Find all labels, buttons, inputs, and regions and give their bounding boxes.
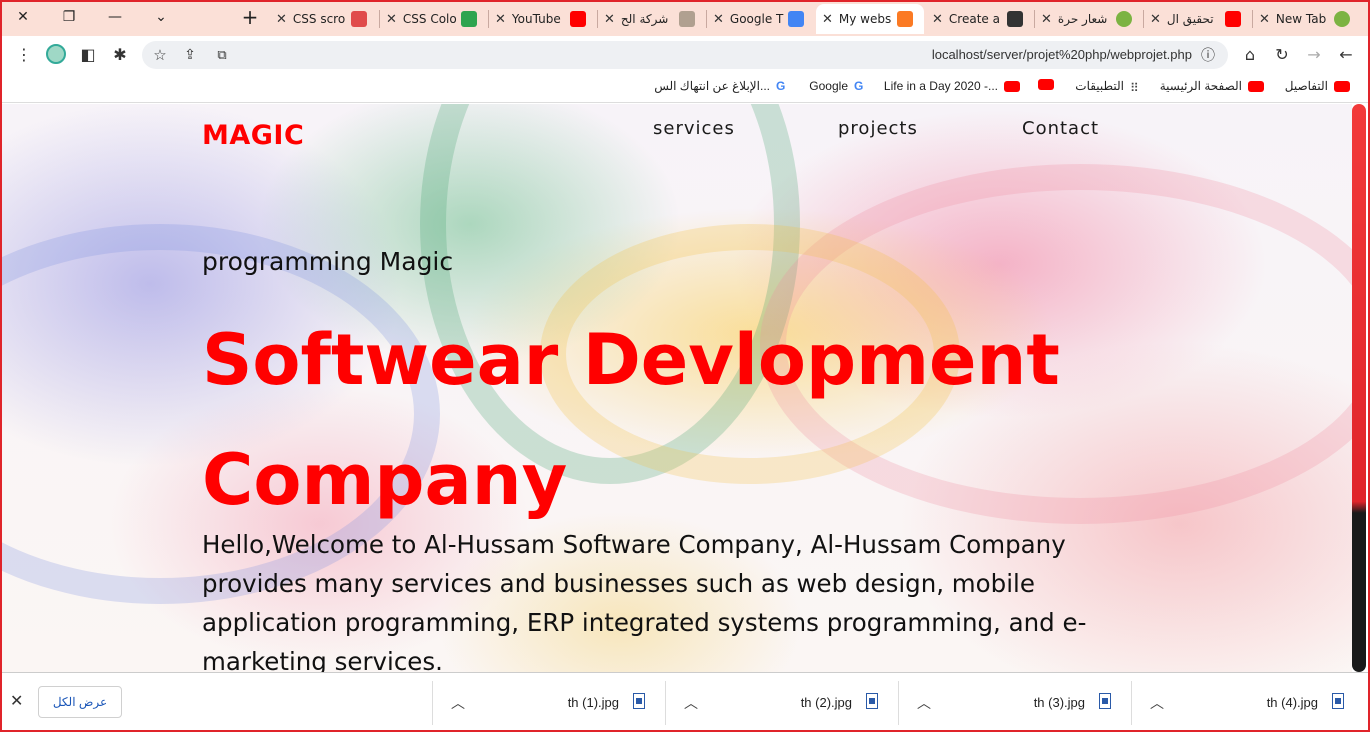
close-window-button[interactable]: ✕ (0, 0, 46, 34)
bookmark-details[interactable]: التفاصيل (1285, 79, 1356, 93)
image-file-icon (633, 693, 645, 709)
apps-icon: ⠿ (1130, 80, 1139, 95)
tab-search-chevron-icon[interactable]: ⌄ (138, 0, 184, 34)
nav-projects[interactable]: projects (838, 118, 918, 139)
address-bar[interactable]: ☆ ⇪ ⧉ localhost/server/projet%20php/webp… (142, 41, 1228, 69)
css-icon (350, 11, 367, 27)
tab-strip: ✕ ❐ — ⌄ + ✕ CSS scro ✕ CSS Colo ✕ YouTub… (0, 0, 1370, 36)
tab-company[interactable]: ✕ شركة الح (598, 4, 706, 34)
youtube-icon (1038, 79, 1054, 90)
profile-avatar[interactable] (42, 40, 70, 68)
google-icon: G (854, 79, 864, 93)
tab-close-icon[interactable]: ✕ (1041, 12, 1052, 27)
bookmark-star-icon[interactable]: ☆ (146, 41, 174, 69)
reload-icon[interactable]: ↻ (1268, 40, 1296, 68)
show-all-button[interactable]: عرض الكل (38, 686, 122, 718)
shield-icon (1006, 11, 1023, 27)
tab-logo[interactable]: ✕ شعار حرة (1035, 4, 1143, 34)
tab-investigation[interactable]: ✕ تحقيق ال (1144, 4, 1252, 34)
chrome-icon (1333, 11, 1350, 27)
tab-close-icon[interactable]: ✕ (713, 12, 724, 27)
restore-window-button[interactable]: ❐ (46, 0, 92, 34)
scrollbar-thumb[interactable] (1352, 104, 1366, 672)
close-shelf-icon[interactable]: ✕ (10, 691, 23, 710)
hero-kicker: programming Magic (202, 247, 454, 276)
translate-page-icon[interactable]: ⧉ (208, 41, 236, 69)
tab-close-icon[interactable]: ✕ (276, 12, 287, 27)
tab-new-tab[interactable]: ✕ New Tab (1253, 4, 1361, 34)
forward-icon[interactable]: → (1300, 40, 1328, 68)
tab-youtube[interactable]: ✕ YouTube (489, 4, 597, 34)
youtube-icon (569, 11, 586, 27)
youtube-icon (1224, 11, 1241, 27)
page-viewport: MAGIC services projects Contact programm… (0, 104, 1352, 672)
tab-close-icon[interactable]: ✕ (1150, 12, 1161, 27)
youtube-icon (1248, 80, 1264, 92)
bookmark-report[interactable]: الإبلاغ عن انتهاك الس... G (654, 79, 796, 93)
w3-icon (460, 11, 477, 27)
menu-kebab-icon[interactable]: ⋮ (10, 40, 38, 68)
minimize-window-button[interactable]: — (92, 0, 138, 34)
bookmark-home[interactable]: الصفحة الرئيسية (1160, 79, 1270, 93)
hero-intro-text: Hello,Welcome to Al-Hussam Software Comp… (202, 530, 1087, 672)
google-translate-icon (787, 11, 804, 27)
xampp-icon (896, 11, 913, 27)
youtube-icon (1004, 80, 1020, 92)
download-item[interactable]: ︿ th (1).jpg (432, 681, 665, 725)
tab-google-translate[interactable]: ✕ Google T (707, 4, 815, 34)
youtube-icon (1334, 80, 1350, 92)
url-text[interactable]: localhost/server/projet%20php/webprojet.… (932, 47, 1192, 62)
tab-close-icon[interactable]: ✕ (386, 12, 397, 27)
bookmark-apps[interactable]: التطبيقات ⠿ (1075, 79, 1152, 95)
tab-close-icon[interactable]: ✕ (822, 12, 833, 27)
google-icon: G (776, 79, 786, 93)
site-info-icon[interactable]: ⓘ (1194, 41, 1222, 69)
site-header: MAGIC services projects Contact (0, 104, 1352, 164)
nav-services[interactable]: services (653, 118, 735, 139)
nav-contact[interactable]: Contact (1022, 118, 1099, 139)
bookmarks-bar: التفاصيل الصفحة الرئيسية التطبيقات ⠿ Lif… (0, 72, 1370, 103)
chrome-icon (1115, 11, 1132, 27)
bookmark-youtube[interactable] (1032, 79, 1060, 90)
hero-headline: Softwear Devlopment Company (202, 300, 1202, 540)
download-shelf: ✕ عرض الكل ︿ th (1).jpg ︿ th (2).jpg ︿ t… (0, 672, 1370, 732)
bookmark-life-in-a-day[interactable]: Life in a Day 2020 -... (884, 79, 1026, 93)
home-icon[interactable]: ⌂ (1236, 40, 1264, 68)
tab-close-icon[interactable]: ✕ (495, 12, 506, 27)
headline-line-1: Softwear Devlopment (202, 319, 1060, 401)
tab-close-icon[interactable]: ✕ (1259, 12, 1270, 27)
bookmark-google[interactable]: Google G (809, 79, 874, 93)
headline-line-2: Company (202, 439, 568, 521)
tab-close-icon[interactable]: ✕ (604, 12, 615, 27)
download-item[interactable]: ︿ th (3).jpg (898, 681, 1131, 725)
site-logo[interactable]: MAGIC (202, 120, 304, 151)
site-icon (678, 11, 695, 27)
chevron-up-icon[interactable]: ︿ (917, 693, 931, 713)
tab-css-colors[interactable]: ✕ CSS Colo (380, 4, 488, 34)
share-icon[interactable]: ⇪ (176, 41, 204, 69)
tab-my-website[interactable]: ✕ My webs (816, 4, 924, 34)
chevron-up-icon[interactable]: ︿ (1150, 693, 1164, 713)
chevron-up-icon[interactable]: ︿ (451, 693, 465, 713)
download-item[interactable]: ︿ th (4).jpg (1131, 681, 1364, 725)
image-file-icon (1332, 693, 1344, 709)
image-file-icon (1099, 693, 1111, 709)
extensions-icon[interactable]: ✱ (106, 40, 134, 68)
tab-css-scroll[interactable]: ✕ CSS scro (270, 4, 378, 34)
image-file-icon (866, 693, 878, 709)
side-panel-icon[interactable]: ◧ (74, 40, 102, 68)
chevron-up-icon[interactable]: ︿ (684, 693, 698, 713)
tab-create[interactable]: ✕ Create a (926, 4, 1034, 34)
new-tab-button[interactable]: + (236, 3, 264, 31)
back-icon[interactable]: ← (1332, 40, 1360, 68)
download-item[interactable]: ︿ th (2).jpg (665, 681, 898, 725)
tab-close-icon[interactable]: ✕ (932, 12, 943, 27)
